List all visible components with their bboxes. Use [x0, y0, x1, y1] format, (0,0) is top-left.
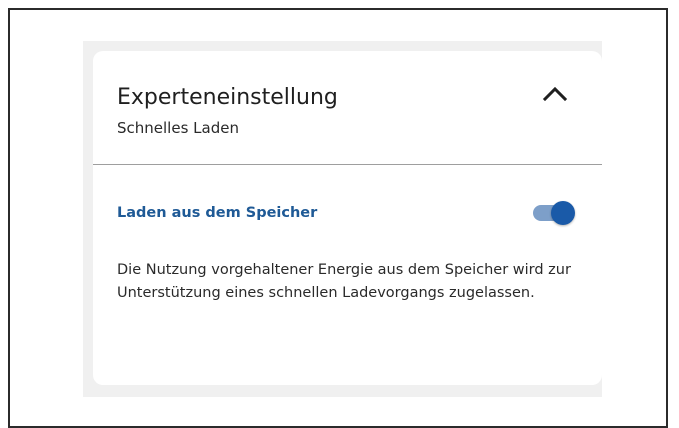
toggle-thumb — [551, 201, 575, 225]
storage-charging-toggle[interactable] — [533, 201, 575, 225]
expert-settings-card: Experteneinstellung Schnelles Laden Lade… — [93, 51, 602, 385]
option-label: Laden aus dem Speicher — [117, 205, 318, 221]
card-header[interactable]: Experteneinstellung Schnelles Laden — [93, 51, 602, 165]
chevron-up-icon — [542, 86, 568, 102]
card-title: Experteneinstellung — [117, 85, 338, 110]
collapse-button[interactable] — [537, 77, 573, 113]
card-subtitle: Schnelles Laden — [117, 119, 239, 137]
option-description: Die Nutzung vorgehaltener Energie aus de… — [117, 262, 571, 301]
